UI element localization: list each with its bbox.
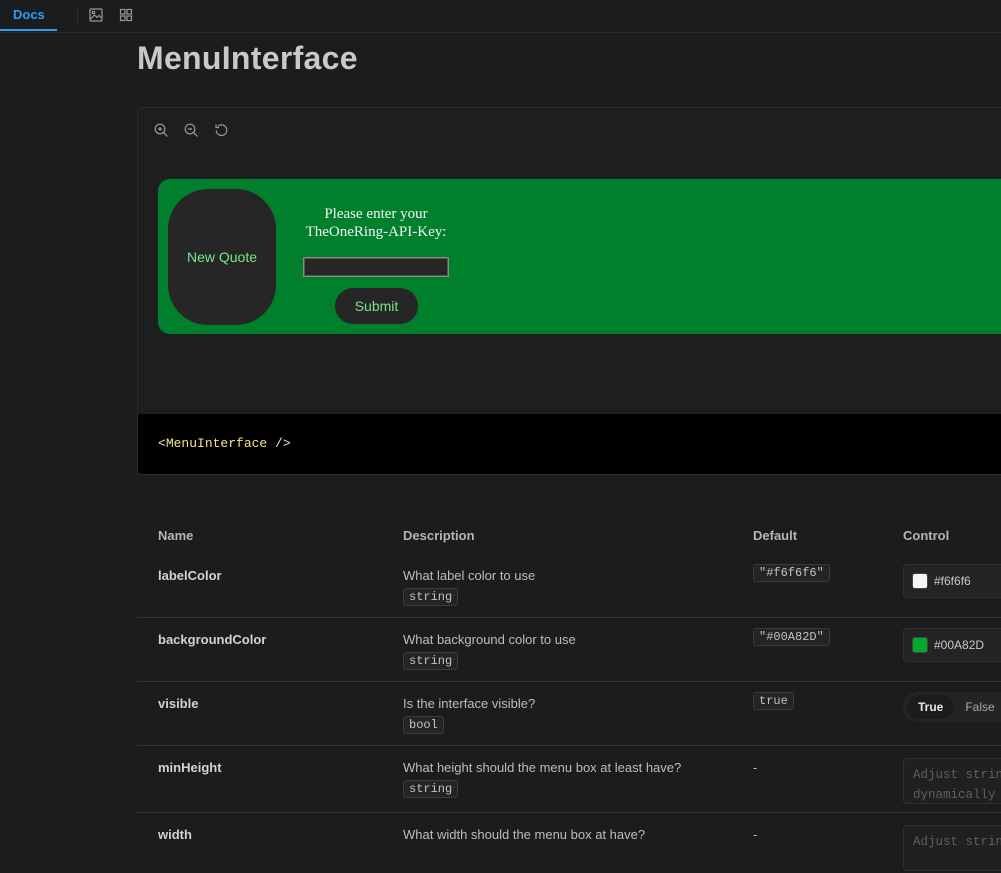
toggle-true[interactable]: True xyxy=(907,695,955,719)
text-input[interactable]: Adjust string dynamically xyxy=(903,758,1001,804)
prompt-line-1: Please enter your xyxy=(324,206,428,222)
new-quote-button[interactable]: New Quote xyxy=(168,189,276,325)
grid-icon[interactable] xyxy=(118,7,134,23)
default-value: "#00A82D" xyxy=(753,628,830,646)
boolean-toggle[interactable]: True False xyxy=(903,692,1001,722)
toolbar-divider xyxy=(77,8,78,24)
prop-name: width xyxy=(158,827,192,842)
toggle-false[interactable]: False xyxy=(954,695,1001,719)
color-value: #f6f6f6 xyxy=(934,574,971,588)
code-line: <MenuInterface /> xyxy=(158,436,291,451)
table-row: width What width should the menu box at … xyxy=(137,813,1001,873)
submit-button[interactable]: Submit xyxy=(335,288,418,324)
default-value: true xyxy=(753,692,794,710)
zoom-in-icon[interactable] xyxy=(152,121,170,139)
image-icon[interactable] xyxy=(88,7,104,23)
prop-description: What label color to use xyxy=(403,568,536,583)
code-snippet: <MenuInterface /> xyxy=(138,414,1001,474)
type-badge: string xyxy=(403,780,459,798)
top-toolbar: Docs xyxy=(0,0,1001,33)
prop-name: minHeight xyxy=(158,760,222,775)
prop-name: backgroundColor xyxy=(158,632,267,647)
prompt-line-2: TheOneRing-API-Key: xyxy=(305,224,447,240)
api-key-prompt: Please enter your TheOneRing-API-Key: xyxy=(288,205,464,241)
table-row: visible Is the interface visible? bool t… xyxy=(137,682,1001,746)
type-badge: string xyxy=(403,652,459,670)
default-value: - xyxy=(753,827,758,842)
type-badge: string xyxy=(403,588,459,606)
code-close-bracket: /> xyxy=(267,436,291,451)
color-swatch[interactable] xyxy=(912,573,928,589)
color-swatch[interactable] xyxy=(912,637,928,653)
code-open-bracket: < xyxy=(158,436,166,451)
zoom-out-icon[interactable] xyxy=(182,121,200,139)
prop-description: What height should the menu box at least… xyxy=(403,760,682,775)
header-control: Control xyxy=(903,528,950,543)
color-value: #00A82D xyxy=(934,638,985,652)
header-default: Default xyxy=(753,528,798,543)
header-name: Name xyxy=(158,528,194,543)
color-picker[interactable]: #00A82D xyxy=(903,628,1001,662)
story-preview: New Quote Please enter your TheOneRing-A… xyxy=(137,107,1001,475)
default-value: "#f6f6f6" xyxy=(753,564,830,582)
zoom-toolbar xyxy=(152,121,230,139)
prop-name: labelColor xyxy=(158,568,222,583)
table-row: labelColor What label color to use strin… xyxy=(137,556,1001,618)
table-row: backgroundColor What background color to… xyxy=(137,618,1001,682)
api-key-input[interactable] xyxy=(303,257,449,277)
reset-zoom-icon[interactable] xyxy=(212,121,230,139)
prop-description: What width should the menu box at have? xyxy=(403,827,646,842)
header-description: Description xyxy=(403,528,475,543)
menu-interface-box: New Quote Please enter your TheOneRing-A… xyxy=(158,179,1001,334)
default-value: - xyxy=(753,760,758,775)
color-picker[interactable]: #f6f6f6 xyxy=(903,564,1001,598)
code-component-name: MenuInterface xyxy=(165,436,268,451)
text-input[interactable]: Adjust string xyxy=(903,825,1001,871)
prop-name: visible xyxy=(158,696,199,711)
table-row: minHeight What height should the menu bo… xyxy=(137,746,1001,813)
tab-docs[interactable]: Docs xyxy=(0,0,57,31)
prop-description: Is the interface visible? xyxy=(403,696,536,711)
page-title: MenuInterface xyxy=(137,40,358,76)
prop-description: What background color to use xyxy=(403,632,576,647)
type-badge: bool xyxy=(403,716,444,734)
